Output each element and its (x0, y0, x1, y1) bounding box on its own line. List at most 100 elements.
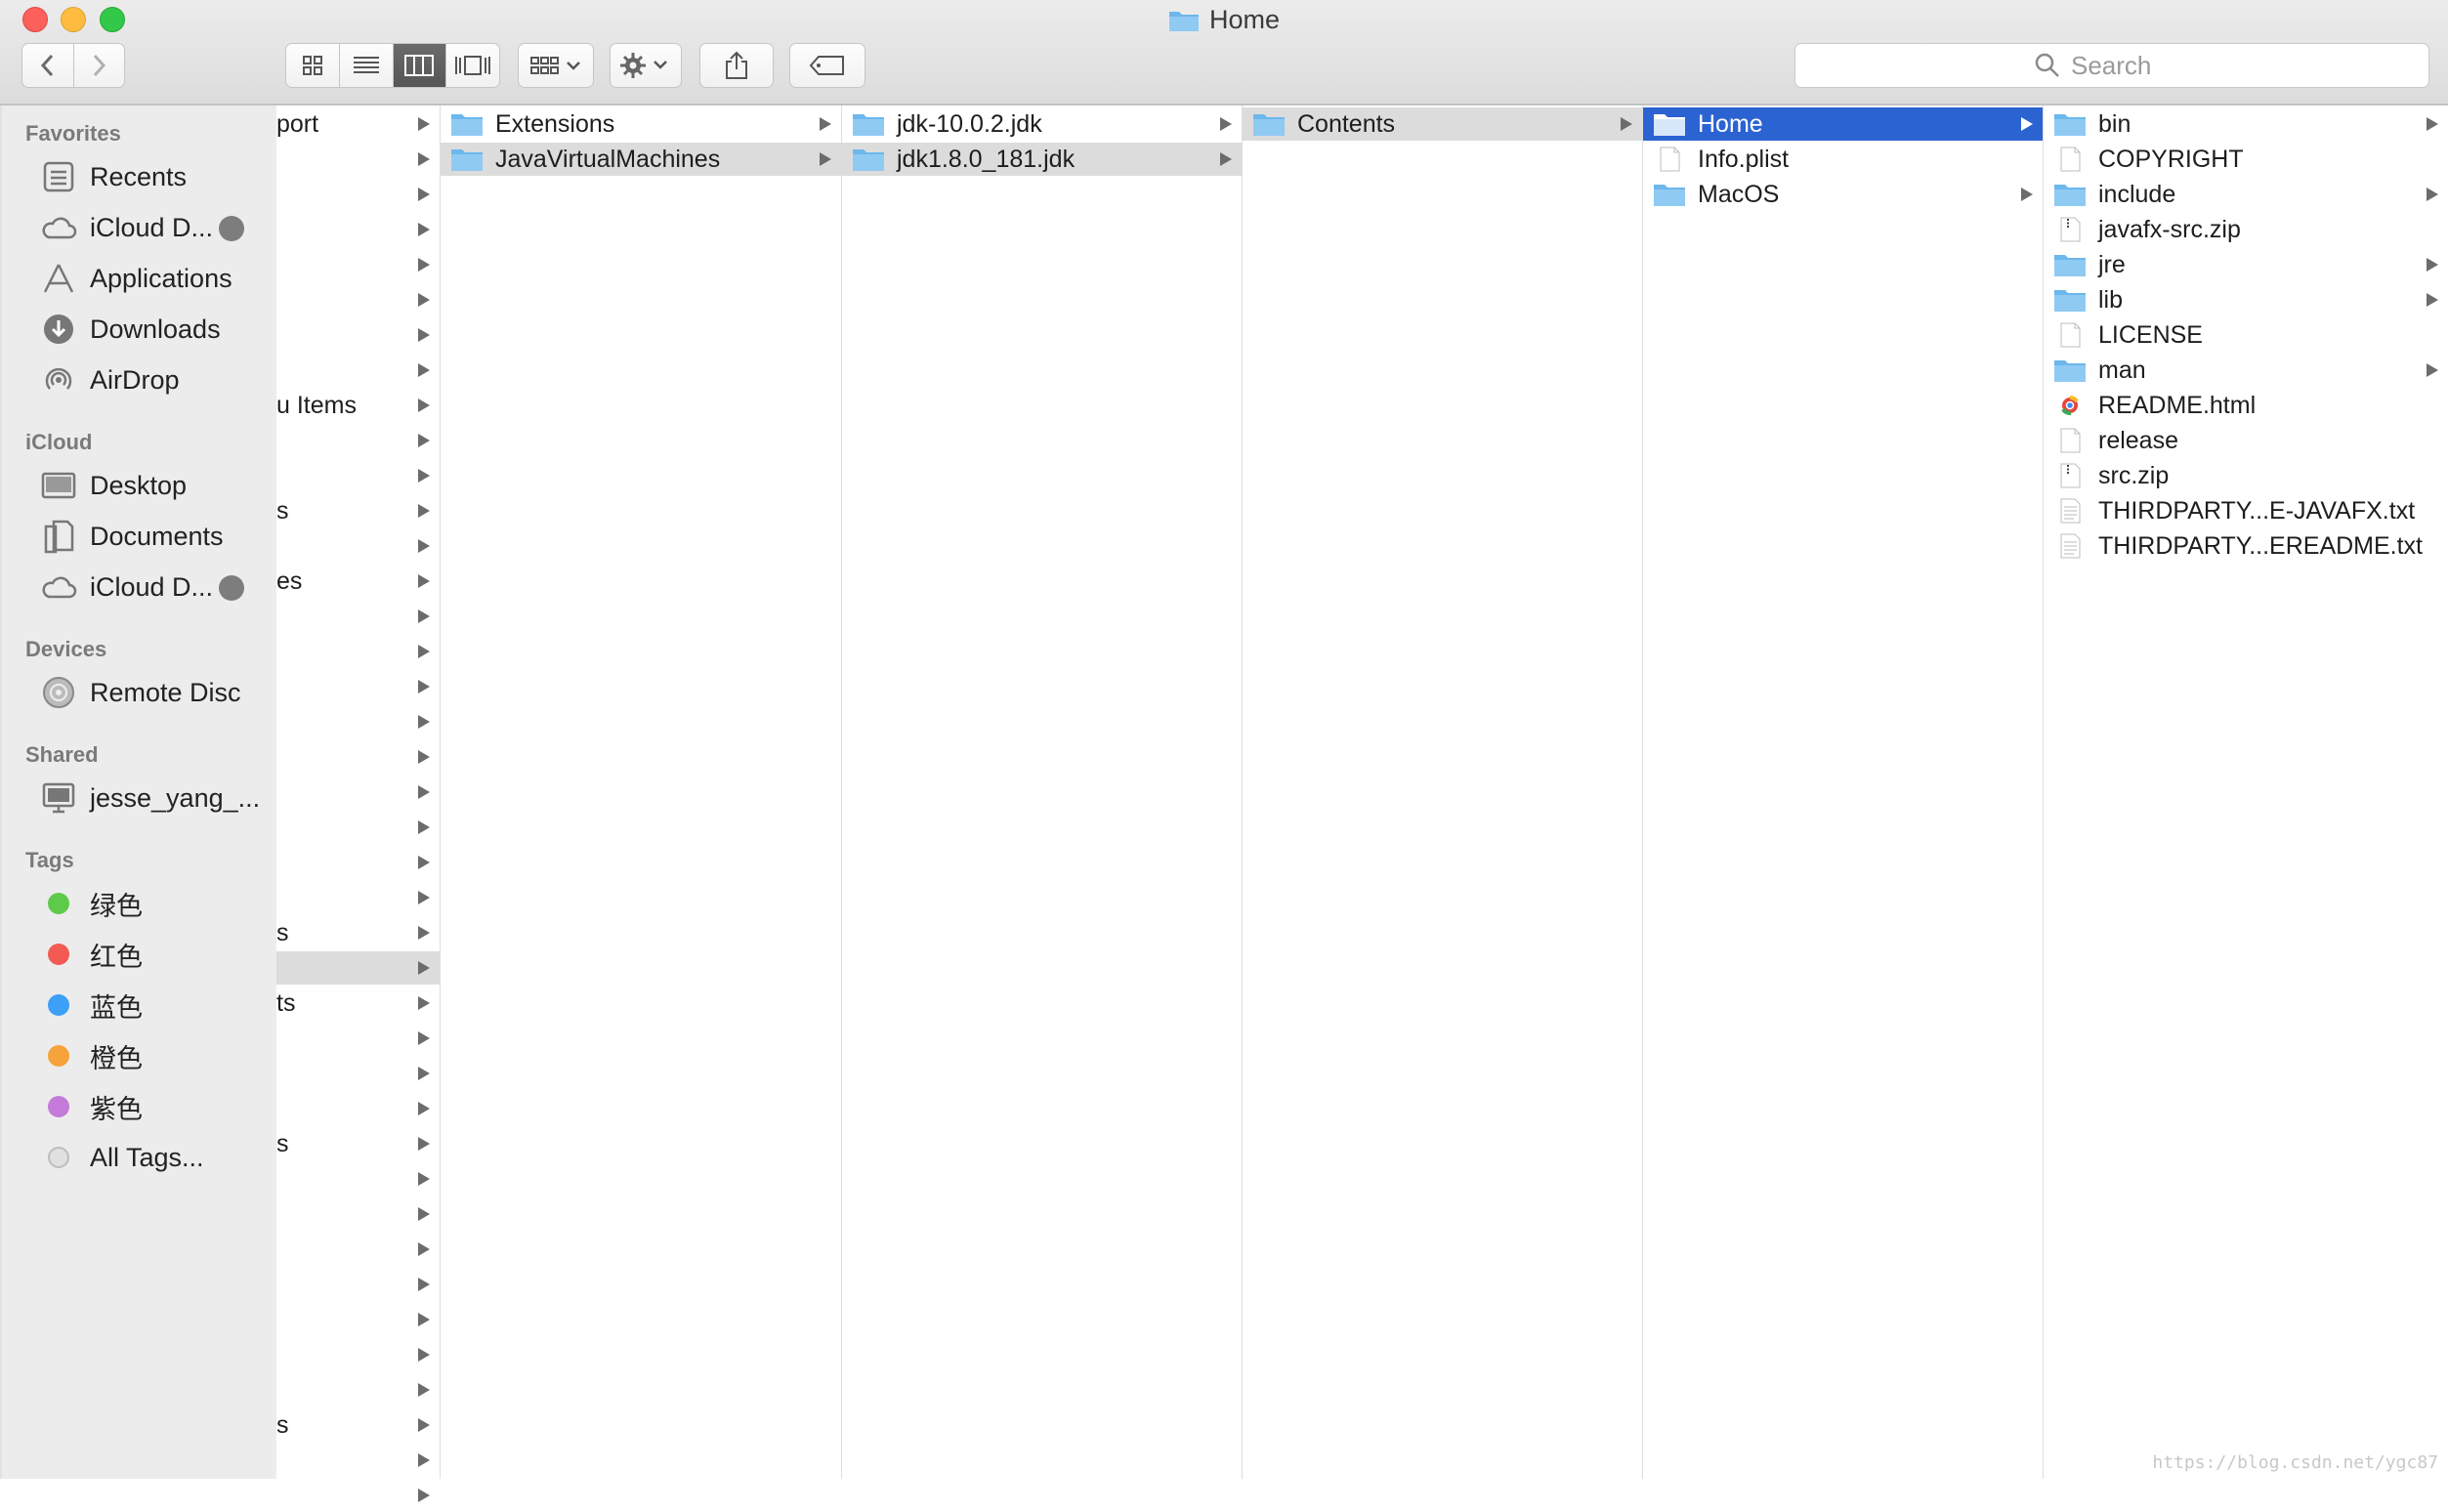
folder-row[interactable] (276, 213, 440, 246)
folder-row[interactable] (276, 1022, 440, 1055)
search-field[interactable] (1794, 43, 2429, 88)
tag-color-icon (48, 1096, 69, 1117)
sidebar-tag-purple[interactable]: 紫色 (39, 1084, 274, 1129)
sidebar-tag-green[interactable]: 绿色 (39, 881, 274, 926)
sidebar-item-desktop[interactable]: Desktop (39, 463, 274, 508)
folder-row[interactable] (276, 1444, 440, 1477)
back-button[interactable] (22, 44, 74, 87)
folder-row[interactable]: bin (2044, 107, 2448, 141)
folder-row[interactable] (276, 318, 440, 352)
folder-row[interactable]: s (276, 494, 440, 527)
folder-row[interactable]: port (276, 107, 440, 141)
folder-row[interactable]: ts (276, 987, 440, 1020)
folder-row[interactable]: s (276, 1127, 440, 1160)
folder-row[interactable] (276, 1268, 440, 1301)
folder-row[interactable] (276, 283, 440, 316)
folder-row[interactable]: Extensions (441, 107, 841, 141)
file-row[interactable]: javafx-src.zip (2044, 213, 2448, 246)
sidebar-item-icloud-drive[interactable]: iCloud D... (39, 205, 274, 250)
folder-row[interactable] (276, 248, 440, 281)
sidebar-item-recents[interactable]: Recents (39, 154, 274, 199)
cover-flow-icon (455, 56, 491, 75)
file-row[interactable]: release (2044, 424, 2448, 457)
folder-row[interactable] (276, 670, 440, 703)
folder-row[interactable] (276, 459, 440, 492)
disclosure-arrow-icon (418, 469, 430, 483)
sidebar-item-remote-disc[interactable]: Remote Disc (39, 670, 274, 715)
folder-row[interactable]: MacOS (1643, 178, 2043, 211)
view-mode-control (285, 43, 500, 88)
folder-row[interactable] (276, 705, 440, 738)
disclosure-arrow-icon (418, 117, 430, 131)
forward-button[interactable] (74, 44, 125, 87)
folder-row[interactable]: jdk1.8.0_181.jdk (842, 143, 1242, 176)
item-name: LICENSE (2098, 320, 2203, 349)
folder-row[interactable]: jre (2044, 248, 2448, 281)
folder-row[interactable]: JavaVirtualMachines (441, 143, 841, 176)
file-row[interactable]: THIRDPARTY...E-JAVAFX.txt (2044, 494, 2448, 527)
folder-row[interactable]: include (2044, 178, 2448, 211)
folder-row[interactable]: u Items (276, 389, 440, 422)
file-row[interactable]: Info.plist (1643, 143, 2043, 176)
sidebar-item-icloud-drive-2[interactable]: iCloud D... (39, 565, 274, 609)
file-row[interactable]: THIRDPARTY...EREADME.txt (2044, 529, 2448, 563)
arrange-button[interactable] (518, 43, 594, 88)
sidebar-tag-orange[interactable]: 橙色 (39, 1033, 274, 1078)
sidebar-item-airdrop[interactable]: AirDrop (39, 357, 274, 402)
folder-row[interactable] (276, 354, 440, 387)
share-button[interactable] (699, 43, 774, 88)
folder-row[interactable] (276, 1338, 440, 1371)
folder-row[interactable] (276, 1373, 440, 1407)
sidebar-tag-blue[interactable]: 蓝色 (39, 983, 274, 1028)
folder-icon (1253, 114, 1285, 136)
folder-row[interactable]: s (276, 1408, 440, 1442)
folder-row[interactable] (276, 1303, 440, 1336)
icon-view-button[interactable] (286, 44, 340, 87)
folder-row[interactable] (276, 600, 440, 633)
folder-row[interactable]: Home (1643, 107, 2043, 141)
file-row[interactable]: COPYRIGHT (2044, 143, 2448, 176)
sidebar-item-shared-computer[interactable]: jesse_yang_... (39, 776, 274, 820)
folder-row[interactable]: lib (2044, 283, 2448, 316)
folder-row[interactable] (276, 811, 440, 844)
file-row[interactable]: LICENSE (2044, 318, 2448, 352)
folder-row[interactable] (276, 1197, 440, 1231)
folder-row[interactable] (276, 424, 440, 457)
sidebar-item-applications[interactable]: Applications (39, 256, 274, 301)
folder-row[interactable] (276, 178, 440, 211)
folder-row[interactable] (276, 635, 440, 668)
folder-row[interactable]: jdk-10.0.2.jdk (842, 107, 1242, 141)
item-name: README.html (2098, 391, 2257, 419)
search-input[interactable] (2069, 49, 2190, 82)
column-view-button[interactable] (393, 44, 447, 87)
list-view-button[interactable] (340, 44, 394, 87)
sidebar-tag-red[interactable]: 红色 (39, 932, 274, 977)
folder-row[interactable] (276, 881, 440, 914)
cover-flow-view-button[interactable] (446, 44, 499, 87)
folder-row[interactable] (276, 1092, 440, 1125)
folder-row[interactable] (276, 1162, 440, 1196)
file-row[interactable]: README.html (2044, 389, 2448, 422)
folder-row[interactable]: s (276, 916, 440, 949)
folder-row[interactable] (276, 846, 440, 879)
edit-tags-button[interactable] (789, 43, 865, 88)
sidebar-item-documents[interactable]: Documents (39, 514, 274, 559)
folder-row[interactable]: man (2044, 354, 2448, 387)
sidebar-all-tags[interactable]: All Tags... (39, 1135, 274, 1180)
folder-row[interactable]: es (276, 565, 440, 598)
folder-row[interactable] (276, 1479, 440, 1512)
folder-row[interactable] (276, 740, 440, 774)
sidebar-item-downloads[interactable]: Downloads (39, 307, 274, 352)
folder-row[interactable] (276, 1233, 440, 1266)
sync-progress-icon (219, 216, 244, 241)
action-button[interactable] (610, 43, 682, 88)
folder-row[interactable] (276, 951, 440, 985)
file-row[interactable]: src.zip (2044, 459, 2448, 492)
folder-row[interactable]: Contents (1243, 107, 1642, 141)
airdrop-icon (45, 367, 72, 390)
folder-row[interactable] (276, 143, 440, 176)
folder-row[interactable] (276, 776, 440, 809)
folder-row[interactable] (276, 529, 440, 563)
folder-row[interactable] (276, 1057, 440, 1090)
disclosure-arrow-icon (418, 1453, 430, 1467)
